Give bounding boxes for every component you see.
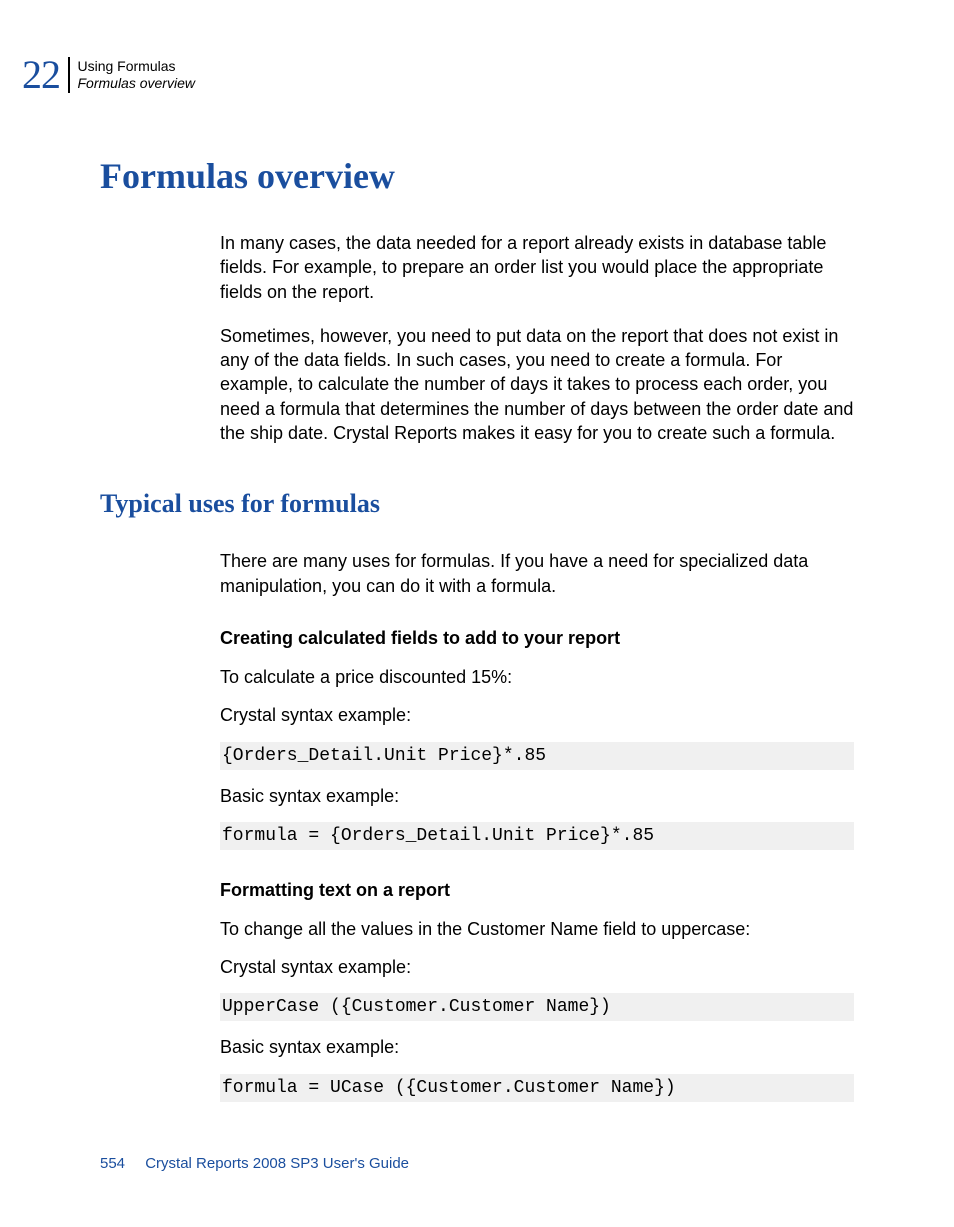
chapter-number: 22 bbox=[22, 55, 60, 95]
code-block: UpperCase ({Customer.Customer Name}) bbox=[220, 993, 854, 1021]
paragraph: Sometimes, however, you need to put data… bbox=[220, 324, 854, 445]
page-number: 554 bbox=[100, 1155, 125, 1172]
code-block: formula = {Orders_Detail.Unit Price}*.85 bbox=[220, 822, 854, 850]
block-heading: Formatting text on a report bbox=[220, 880, 854, 901]
section-title: Formulas overview bbox=[100, 155, 854, 197]
paragraph: To calculate a price discounted 15%: bbox=[220, 665, 854, 689]
paragraph: In many cases, the data needed for a rep… bbox=[220, 231, 854, 304]
page-footer: 554 Crystal Reports 2008 SP3 User's Guid… bbox=[100, 1155, 409, 1172]
body-column: In many cases, the data needed for a rep… bbox=[220, 231, 854, 445]
body-column: There are many uses for formulas. If you… bbox=[220, 549, 854, 1101]
code-label: Crystal syntax example: bbox=[220, 955, 854, 979]
header-text: Using Formulas Formulas overview bbox=[78, 58, 195, 93]
block-heading: Creating calculated fields to add to you… bbox=[220, 628, 854, 649]
page-header: 22 Using Formulas Formulas overview bbox=[22, 55, 854, 95]
header-line1: Using Formulas bbox=[78, 58, 195, 76]
doc-title: Crystal Reports 2008 SP3 User's Guide bbox=[145, 1155, 409, 1172]
paragraph: There are many uses for formulas. If you… bbox=[220, 549, 854, 598]
code-block: {Orders_Detail.Unit Price}*.85 bbox=[220, 742, 854, 770]
code-label: Crystal syntax example: bbox=[220, 703, 854, 727]
header-line2: Formulas overview bbox=[78, 75, 195, 93]
code-block: formula = UCase ({Customer.Customer Name… bbox=[220, 1074, 854, 1102]
subsection-title: Typical uses for formulas bbox=[100, 489, 854, 519]
paragraph: To change all the values in the Customer… bbox=[220, 917, 854, 941]
header-divider bbox=[68, 57, 70, 93]
code-label: Basic syntax example: bbox=[220, 784, 854, 808]
code-label: Basic syntax example: bbox=[220, 1035, 854, 1059]
